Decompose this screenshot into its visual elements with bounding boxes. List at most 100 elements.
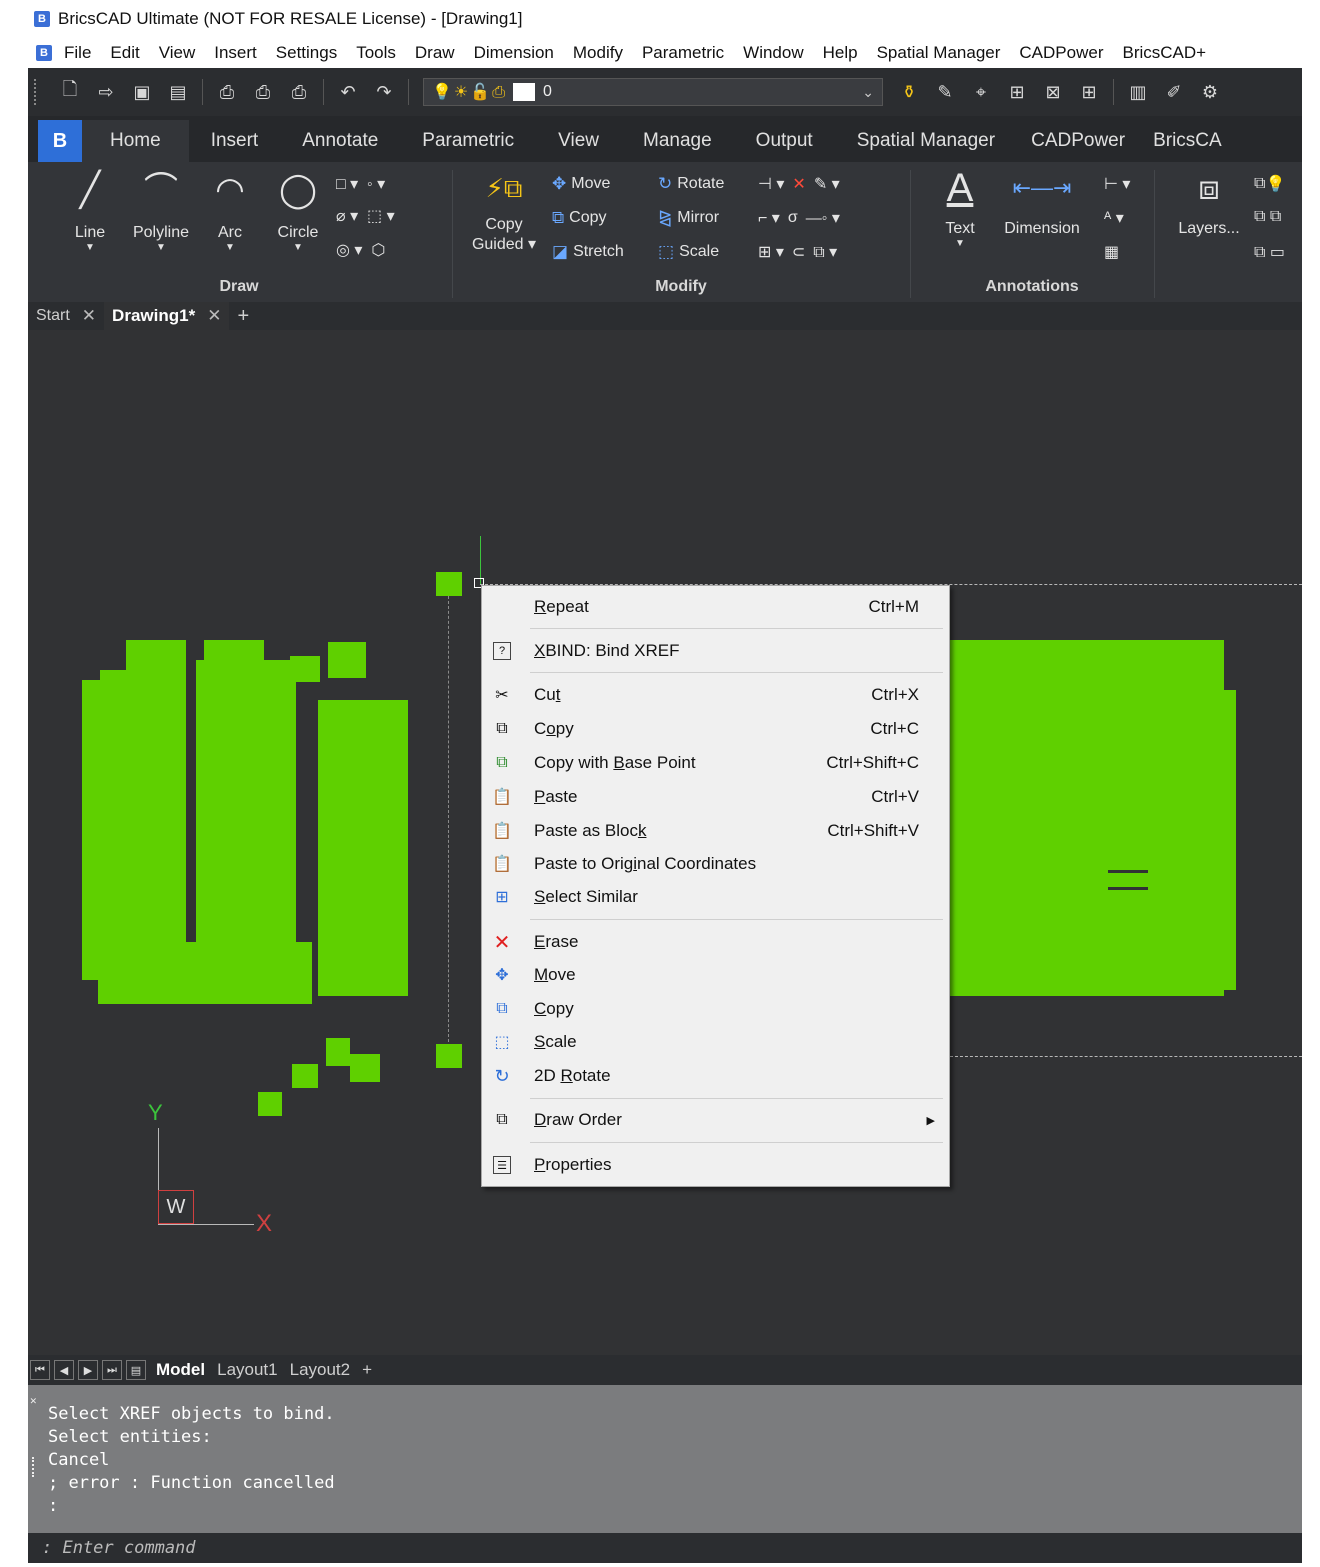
- tab-model[interactable]: Model: [156, 1360, 205, 1380]
- building-shape[interactable]: [258, 1092, 282, 1116]
- menu-tools[interactable]: Tools: [356, 43, 396, 63]
- building-shape[interactable]: [1224, 690, 1236, 990]
- select-similar-icon[interactable]: ⊠: [1041, 80, 1065, 104]
- settings-icon[interactable]: ⚙: [1198, 80, 1222, 104]
- tab-annotate[interactable]: Annotate: [280, 120, 400, 162]
- first-layout-icon[interactable]: ⏮: [30, 1360, 50, 1380]
- menu-spatial-manager[interactable]: Spatial Manager: [877, 43, 1001, 63]
- match-properties-icon[interactable]: ⚱: [897, 80, 921, 104]
- tab-parametric[interactable]: Parametric: [400, 120, 536, 162]
- menu-item-erase[interactable]: ✕ Erase: [482, 927, 949, 957]
- menu-item-scale[interactable]: ⬚ Scale: [482, 1027, 949, 1057]
- rotate-button[interactable]: ↻ Rotate: [658, 174, 724, 194]
- layout-list-icon[interactable]: ▤: [126, 1360, 146, 1380]
- chevron-down-icon[interactable]: ⌄: [862, 84, 874, 101]
- menu-item-properties[interactable]: ☰ Properties: [482, 1150, 949, 1180]
- menu-item-paste-original[interactable]: 📋 Paste to Original Coordinates: [482, 849, 949, 879]
- selection-set-icon[interactable]: ⊞: [1005, 80, 1029, 104]
- tab-manage[interactable]: Manage: [621, 120, 734, 162]
- text-button[interactable]: A Text ▼: [932, 168, 988, 249]
- menu-item-select-similar[interactable]: ⊞ Select Similar: [482, 882, 949, 912]
- menu-insert[interactable]: Insert: [214, 43, 257, 63]
- menu-modify[interactable]: Modify: [573, 43, 623, 63]
- tab-spatial-manager[interactable]: Spatial Manager: [835, 120, 1017, 162]
- tab-layout1[interactable]: Layout1: [217, 1360, 278, 1380]
- last-layout-icon[interactable]: ⏭: [102, 1360, 122, 1380]
- plot-icon[interactable]: ⎙: [215, 80, 239, 104]
- close-icon[interactable]: ✕: [207, 306, 221, 326]
- tab-output[interactable]: Output: [734, 120, 835, 162]
- menu-help[interactable]: Help: [823, 43, 858, 63]
- building-shape[interactable]: [1148, 642, 1182, 682]
- menu-file[interactable]: File: [64, 43, 91, 63]
- chevron-down-icon[interactable]: ▼: [124, 242, 198, 253]
- polyline-button[interactable]: ⌒ Polyline ▼: [124, 170, 198, 253]
- chevron-down-icon[interactable]: ▼: [932, 238, 988, 249]
- layer-state-icon[interactable]: ⧉ 💡: [1254, 174, 1285, 194]
- menu-cadpower[interactable]: CADPower: [1019, 43, 1103, 63]
- building-shape[interactable]: [318, 700, 408, 996]
- mirror-button[interactable]: ⧎ Mirror: [658, 208, 719, 228]
- copy-button[interactable]: ⧉ Copy: [552, 208, 607, 228]
- layer-tool-icon[interactable]: ⊞: [1077, 80, 1101, 104]
- tab-home[interactable]: Home: [82, 120, 189, 162]
- scale-button[interactable]: ⬚ Scale: [658, 242, 719, 262]
- menu-item-copy-base-point[interactable]: ⧉ Copy with Base Point Ctrl+Shift+C: [482, 748, 949, 778]
- tab-cadpower[interactable]: CADPower: [1017, 120, 1139, 162]
- layer-lock-icon[interactable]: ⧉ ▭: [1254, 242, 1285, 262]
- arc-button[interactable]: ◠ Arc ▼: [204, 170, 256, 253]
- layer-dropdown[interactable]: 💡☀🔓⎙ 0 ⌄: [423, 78, 883, 106]
- save-icon[interactable]: ▣: [130, 80, 154, 104]
- ellipse-icon[interactable]: ⌀ ▾ ⬚ ▾: [336, 206, 395, 226]
- building-shape[interactable]: [292, 1064, 318, 1088]
- building-shape[interactable]: [290, 656, 320, 682]
- tab-insert[interactable]: Insert: [189, 120, 281, 162]
- menu-bricscad-plus[interactable]: BricsCAD+: [1123, 43, 1207, 63]
- save-as-icon[interactable]: ▤: [166, 80, 190, 104]
- eraser-icon[interactable]: ✐: [1162, 80, 1186, 104]
- menu-parametric[interactable]: Parametric: [642, 43, 724, 63]
- open-file-icon[interactable]: ⇨: [94, 80, 118, 104]
- linear-dim-icon[interactable]: ⊢ ▾: [1104, 174, 1130, 194]
- menu-item-2d-rotate[interactable]: ↻ 2D Rotate: [482, 1061, 949, 1091]
- menu-window[interactable]: Window: [743, 43, 803, 63]
- building-shape[interactable]: [350, 1054, 380, 1082]
- tab-layout2[interactable]: Layout2: [290, 1360, 351, 1380]
- dimension-button[interactable]: ⇤—⇥ Dimension: [992, 168, 1092, 238]
- tab-start[interactable]: Start ✕: [28, 302, 104, 330]
- menu-item-paste[interactable]: 📋 Paste Ctrl+V: [482, 782, 949, 812]
- close-icon[interactable]: ✕: [30, 1389, 37, 1412]
- menu-dimension[interactable]: Dimension: [474, 43, 554, 63]
- building-shape[interactable]: [82, 680, 104, 980]
- chevron-down-icon[interactable]: ▼: [62, 242, 118, 253]
- add-layout-button[interactable]: +: [362, 1360, 372, 1380]
- application-button-icon[interactable]: B: [38, 120, 82, 162]
- building-shape[interactable]: [126, 640, 186, 680]
- menu-item-copy[interactable]: ⧉ Copy Ctrl+C: [482, 714, 949, 744]
- prev-layout-icon[interactable]: ◀: [54, 1360, 74, 1380]
- chevron-down-icon[interactable]: ▼: [204, 242, 256, 253]
- building-shape[interactable]: [196, 660, 296, 980]
- new-file-icon[interactable]: 🗋: [58, 79, 82, 104]
- redo-icon[interactable]: ↷: [372, 80, 396, 104]
- layers-button[interactable]: ⧈ Layers...: [1174, 168, 1244, 238]
- undo-icon[interactable]: ↶: [336, 80, 360, 104]
- fillet-icon[interactable]: ⌐ ▾ σ —◦ ▾: [758, 208, 840, 228]
- copy-guided-button[interactable]: ⚡⧉ Copy Guided ▾: [464, 168, 544, 254]
- tab-bricscad[interactable]: BricsCA: [1139, 120, 1236, 162]
- select-filter-icon[interactable]: ⌖: [969, 80, 993, 104]
- building-shape[interactable]: [436, 1044, 462, 1068]
- move-button[interactable]: ✥ Move: [552, 174, 610, 194]
- next-layout-icon[interactable]: ▶: [78, 1360, 98, 1380]
- menu-view[interactable]: View: [159, 43, 196, 63]
- properties-panel-icon[interactable]: ▥: [1126, 80, 1150, 104]
- building-shape[interactable]: [436, 572, 462, 596]
- stretch-button[interactable]: ◪ Stretch: [552, 242, 624, 262]
- add-tab-button[interactable]: +: [229, 302, 257, 330]
- app-menu-icon[interactable]: B: [36, 45, 52, 61]
- building-shape[interactable]: [328, 642, 366, 678]
- panel-grip[interactable]: [32, 1457, 35, 1477]
- menu-item-move[interactable]: ✥ Move: [482, 960, 949, 990]
- page-setup-icon[interactable]: ⎙: [287, 80, 311, 104]
- tab-drawing1[interactable]: Drawing1* ✕: [104, 302, 230, 330]
